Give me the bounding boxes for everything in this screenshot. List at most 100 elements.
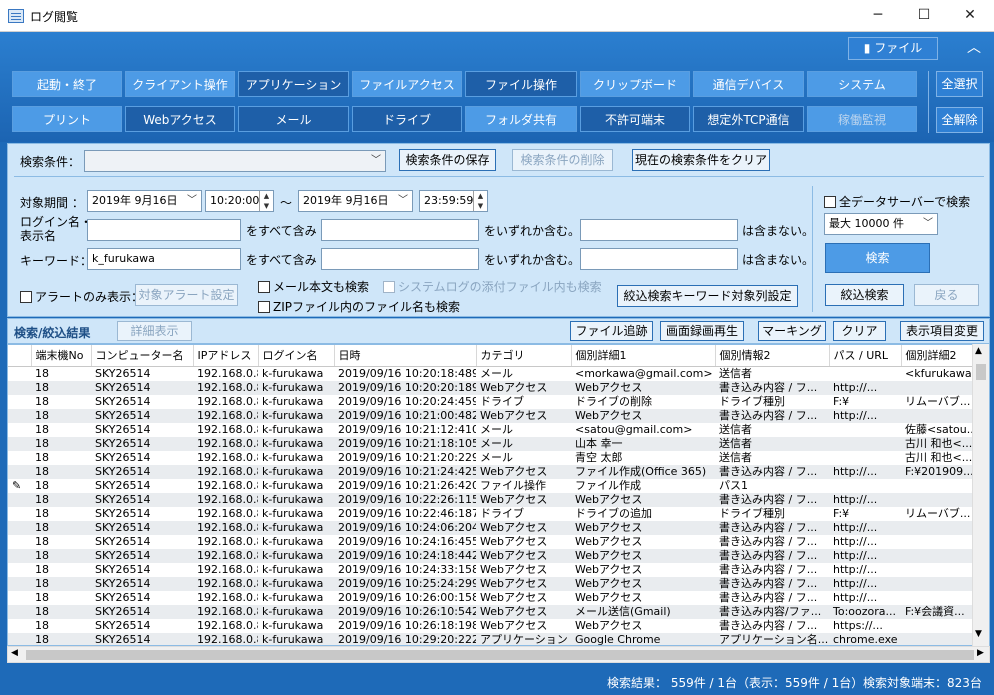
- column-header[interactable]: ログイン名: [258, 345, 335, 367]
- category-clipboard[interactable]: クリップボード: [580, 71, 690, 97]
- delete-condition-button[interactable]: 検索条件の削除: [512, 149, 613, 171]
- all-servers-checkbox[interactable]: 全データサーバーで検索: [824, 193, 970, 210]
- table-row[interactable]: 18 SKY26514 192.168.0.8 k-furukawa 2019/09/1…: [8, 464, 988, 479]
- login-contains-all-input[interactable]: [87, 219, 241, 241]
- clear-condition-button[interactable]: 現在の検索条件をクリア: [632, 149, 770, 171]
- category-startup-shutdown[interactable]: 起動・終了: [12, 71, 122, 97]
- spinner-arrows-icon[interactable]: ▲ ▼: [473, 191, 487, 211]
- contain-any-label: をいずれか含む。: [484, 253, 581, 267]
- alert-setting-button[interactable]: 対象アラート設定: [135, 284, 238, 306]
- table-row[interactable]: 18 SKY26514 192.168.0.8 k-furukawa 2019/09/1…: [8, 576, 988, 591]
- category-print[interactable]: プリント: [12, 106, 122, 132]
- table-row[interactable]: 18 SKY26514 192.168.0.8 k-furukawa 2019/09/1…: [8, 408, 988, 423]
- scroll-right-icon[interactable]: ▶: [977, 648, 984, 658]
- minimize-icon[interactable]: ─: [855, 0, 901, 31]
- system-log-checkbox[interactable]: システムログの添付ファイル内も検索: [383, 278, 602, 295]
- zip-search-checkbox[interactable]: ZIPファイル内のファイル名も検索: [258, 298, 460, 315]
- keyword-exclude-input[interactable]: [580, 248, 738, 270]
- keyword-contains-all-input[interactable]: k_furukawa: [87, 248, 241, 270]
- save-condition-button[interactable]: 検索条件の保存: [399, 149, 496, 171]
- category-unauthorized-device[interactable]: 不許可端末: [580, 106, 690, 132]
- scroll-down-icon[interactable]: ▼: [975, 629, 982, 639]
- table-row[interactable]: 18 SKY26514 192.168.0.8 k-furukawa 2019/09/1…: [8, 395, 988, 409]
- file-menu-button[interactable]: ▮ ファイル: [848, 37, 938, 60]
- marking-button[interactable]: マーキング: [758, 321, 826, 341]
- category-drive[interactable]: ドライブ: [352, 106, 462, 132]
- table-row[interactable]: 18 SKY26514 192.168.0.8 k-furukawa 2019/09/1…: [8, 451, 988, 465]
- table-row[interactable]: 18 SKY26514 192.168.0.8 k-furukawa 2019/09/1…: [8, 591, 988, 605]
- category-unexpected-tcp[interactable]: 想定外TCP通信: [693, 106, 804, 132]
- spinner-arrows-icon[interactable]: ▲ ▼: [259, 191, 273, 211]
- login-contains-any-input[interactable]: [321, 219, 479, 241]
- select-all-button[interactable]: 全選択: [936, 71, 983, 97]
- table-row[interactable]: 18 SKY26514 192.168.0.8 k-furukawa 2019/09/1…: [8, 423, 988, 437]
- back-button[interactable]: 戻る: [914, 284, 979, 306]
- search-condition-select[interactable]: ﹀: [84, 150, 386, 172]
- category-folder-share[interactable]: フォルダ共有: [465, 106, 577, 132]
- table-row[interactable]: 18 SKY26514 192.168.0.8 k-furukawa 2019/09/1…: [8, 619, 988, 633]
- table-row[interactable]: 18 SKY26514 192.168.0.8 k-furukawa 2019/09/1…: [8, 604, 988, 619]
- table-cell: 192.168.0.8: [197, 562, 258, 576]
- table-row[interactable]: 18 SKY26514 192.168.0.8 k-furukawa 2019/09/1…: [8, 380, 988, 395]
- time-to-spinner[interactable]: 23:59:59 ▲ ▼: [419, 190, 488, 212]
- horizontal-scrollbar[interactable]: ◀ ▶: [7, 646, 990, 663]
- date-from-picker[interactable]: 2019年 9月16日 ﹀: [87, 190, 202, 212]
- category-operation-monitor[interactable]: 稼働監視: [807, 106, 917, 132]
- category-comm-device[interactable]: 通信デバイス: [693, 71, 804, 97]
- time-from-spinner[interactable]: 10:20:00 ▲ ▼: [205, 190, 274, 212]
- login-exclude-input[interactable]: [580, 219, 738, 241]
- category-client-operation[interactable]: クライアント操作: [125, 71, 235, 97]
- vertical-scrollbar[interactable]: ▲ ▼: [972, 344, 989, 646]
- table-row[interactable]: ✎ 18 SKY26514 192.168.0.8 k-furukawa 2019/09/…: [8, 479, 988, 493]
- column-header[interactable]: コンピューター名: [91, 345, 194, 367]
- scroll-left-icon[interactable]: ◀: [11, 648, 18, 658]
- category-application[interactable]: アプリケーション: [238, 71, 349, 97]
- alert-only-checkbox[interactable]: アラートのみ表示：: [20, 288, 143, 305]
- scroll-thumb[interactable]: [976, 364, 986, 380]
- date-to-picker[interactable]: 2019年 9月16日 ﹀: [298, 190, 413, 212]
- keyword-columns-button[interactable]: 絞込検索キーワード対象列設定: [617, 285, 798, 307]
- category-mail[interactable]: メール: [238, 106, 349, 132]
- table-row[interactable]: 18 SKY26514 192.168.0.8 k-furukawa 2019/09/1…: [8, 436, 988, 451]
- table-cell: Webアクセス: [571, 520, 715, 535]
- category-web-access[interactable]: Webアクセス: [125, 106, 235, 132]
- column-header[interactable]: 個別詳細1: [571, 345, 716, 367]
- maximize-icon[interactable]: ☐: [901, 0, 947, 31]
- detail-view-button[interactable]: 詳細表示: [117, 321, 192, 341]
- mail-body-checkbox[interactable]: メール本文も検索: [258, 278, 369, 295]
- screen-record-button[interactable]: 画面録画再生: [660, 321, 744, 341]
- scroll-thumb[interactable]: [26, 650, 974, 660]
- chevron-up-icon[interactable]: ︿: [962, 38, 986, 58]
- results-grid[interactable]: 端末機No コンピューター名 IPアドレス ログイン名 日時 カテゴリ 個別詳細1 個別情報2…: [7, 344, 990, 646]
- file-trace-button[interactable]: ファイル追跡: [570, 321, 653, 341]
- clear-marking-button[interactable]: クリア: [833, 321, 886, 341]
- deselect-all-button[interactable]: 全解除: [936, 107, 983, 133]
- row-marker: [8, 492, 31, 507]
- category-file-access[interactable]: ファイルアクセス: [352, 71, 462, 97]
- search-button[interactable]: 検索: [825, 243, 930, 273]
- column-header[interactable]: カテゴリ: [476, 345, 572, 367]
- scroll-up-icon[interactable]: ▲: [975, 346, 982, 356]
- column-header[interactable]: 端末機No: [31, 345, 92, 367]
- table-row[interactable]: 18 SKY26514 192.168.0.8 k-furukawa 2019/09/1…: [8, 366, 988, 381]
- column-header[interactable]: IPアドレス: [193, 345, 259, 367]
- table-row[interactable]: 18 SKY26514 192.168.0.8 k-furukawa 2019/09/1…: [8, 492, 988, 507]
- close-icon[interactable]: ✕: [947, 0, 993, 31]
- table-row[interactable]: 18 SKY26514 192.168.0.8 k-furukawa 2019/09/1…: [8, 520, 988, 535]
- table-row[interactable]: 18 SKY26514 192.168.0.8 k-furukawa 2019/09/1…: [8, 548, 988, 563]
- column-settings-button[interactable]: 表示項目変更: [900, 321, 984, 341]
- table-cell: 送信者: [719, 366, 752, 380]
- category-system[interactable]: システム: [807, 71, 917, 97]
- table-cell: アプリケーション名...: [715, 632, 829, 645]
- max-rows-select[interactable]: 最大 10000 件 ﹀: [824, 213, 938, 235]
- column-header[interactable]: 個別情報2: [715, 345, 830, 367]
- column-header[interactable]: 日時: [334, 345, 477, 367]
- table-row[interactable]: 18 SKY26514 192.168.0.8 k-furukawa 2019/09/1…: [8, 535, 988, 549]
- keyword-contains-any-input[interactable]: [321, 248, 479, 270]
- table-row[interactable]: 18 SKY26514 192.168.0.8 k-furukawa 2019/09/1…: [8, 563, 988, 577]
- table-row[interactable]: 18 SKY26514 192.168.0.8 k-furukawa 2019/09/1…: [8, 632, 988, 645]
- category-file-operation[interactable]: ファイル操作: [465, 71, 577, 97]
- narrow-search-button[interactable]: 絞込検索: [825, 284, 904, 306]
- column-header[interactable]: パス / URL: [829, 345, 902, 367]
- table-row[interactable]: 18 SKY26514 192.168.0.8 k-furukawa 2019/09/1…: [8, 507, 988, 521]
